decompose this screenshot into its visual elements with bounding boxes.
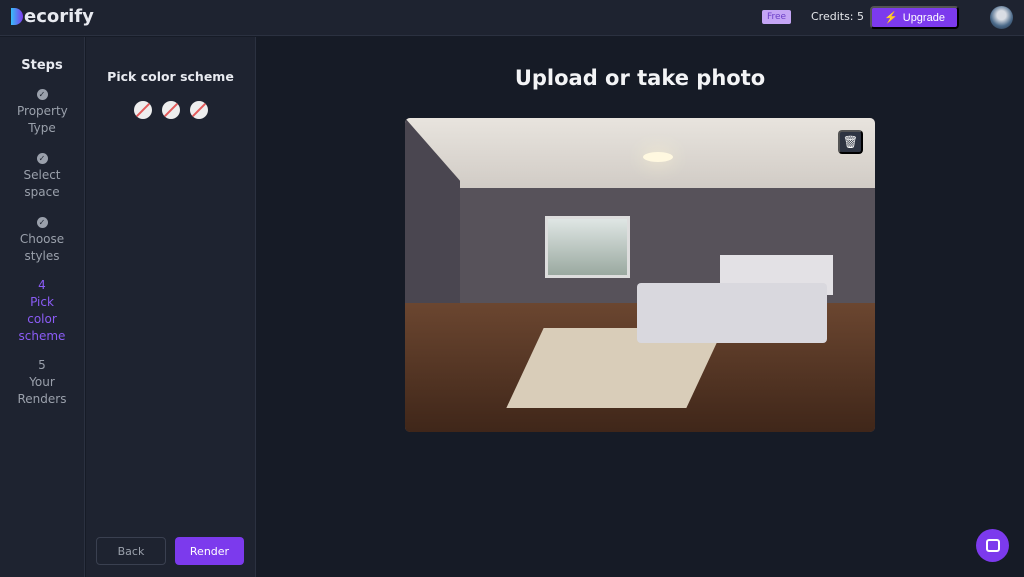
color-swatches <box>86 101 255 119</box>
step-label: Your Renders <box>17 375 67 406</box>
logo-text: ecorify <box>24 6 94 27</box>
chat-support-button[interactable] <box>976 529 1009 562</box>
upgrade-button[interactable]: ⚡ Upgrade <box>870 6 959 29</box>
step-label: Select space <box>23 168 61 199</box>
uploaded-photo: 🗑 <box>405 118 875 432</box>
page-title: Upload or take photo <box>514 66 766 90</box>
color-swatch-none[interactable] <box>189 101 208 119</box>
upgrade-label: Upgrade <box>902 11 945 24</box>
check-icon: ✓ <box>36 217 48 228</box>
step-label: Pick color scheme <box>18 295 66 343</box>
step-number: 5 <box>38 358 46 372</box>
credits-count: Credits: 5 <box>811 10 865 23</box>
check-icon: ✓ <box>36 89 48 100</box>
logo[interactable]: ecorify <box>11 6 94 27</box>
steps-sidebar: Steps ✓ Property Type ✓ Select space ✓ Choo… <box>0 37 85 577</box>
plan-badge: Free <box>762 10 792 24</box>
avatar[interactable] <box>990 6 1013 29</box>
color-swatch-none[interactable] <box>161 101 180 119</box>
step-your-renders[interactable]: 5 Your Renders <box>0 357 84 408</box>
color-swatch-none[interactable] <box>133 101 152 119</box>
step-select-space[interactable]: ✓ Select space <box>0 149 84 201</box>
delete-photo-button[interactable]: 🗑 <box>838 130 863 154</box>
back-button[interactable]: Back <box>96 537 166 565</box>
panel-title: Pick color scheme <box>107 69 234 84</box>
step-label: Choose styles <box>19 232 65 263</box>
step-label: Property Type <box>17 104 68 135</box>
top-bar: ecorify Free Credits: 5 ⚡ Upgrade <box>0 0 1024 36</box>
render-button[interactable]: Render <box>175 537 244 565</box>
logo-mark <box>11 8 23 25</box>
step-property-type[interactable]: ✓ Property Type <box>0 85 84 137</box>
trash-icon: 🗑 <box>842 135 859 149</box>
color-scheme-panel: Pick color scheme Back Render <box>86 37 256 577</box>
check-icon: ✓ <box>36 153 48 164</box>
chat-icon <box>985 539 1000 552</box>
step-choose-styles[interactable]: ✓ Choose styles <box>0 213 84 265</box>
step-number: 4 <box>38 278 46 292</box>
step-pick-color-scheme[interactable]: 4 Pick color scheme <box>0 277 84 345</box>
steps-title: Steps <box>21 58 63 73</box>
lightning-icon: ⚡ <box>884 12 898 24</box>
